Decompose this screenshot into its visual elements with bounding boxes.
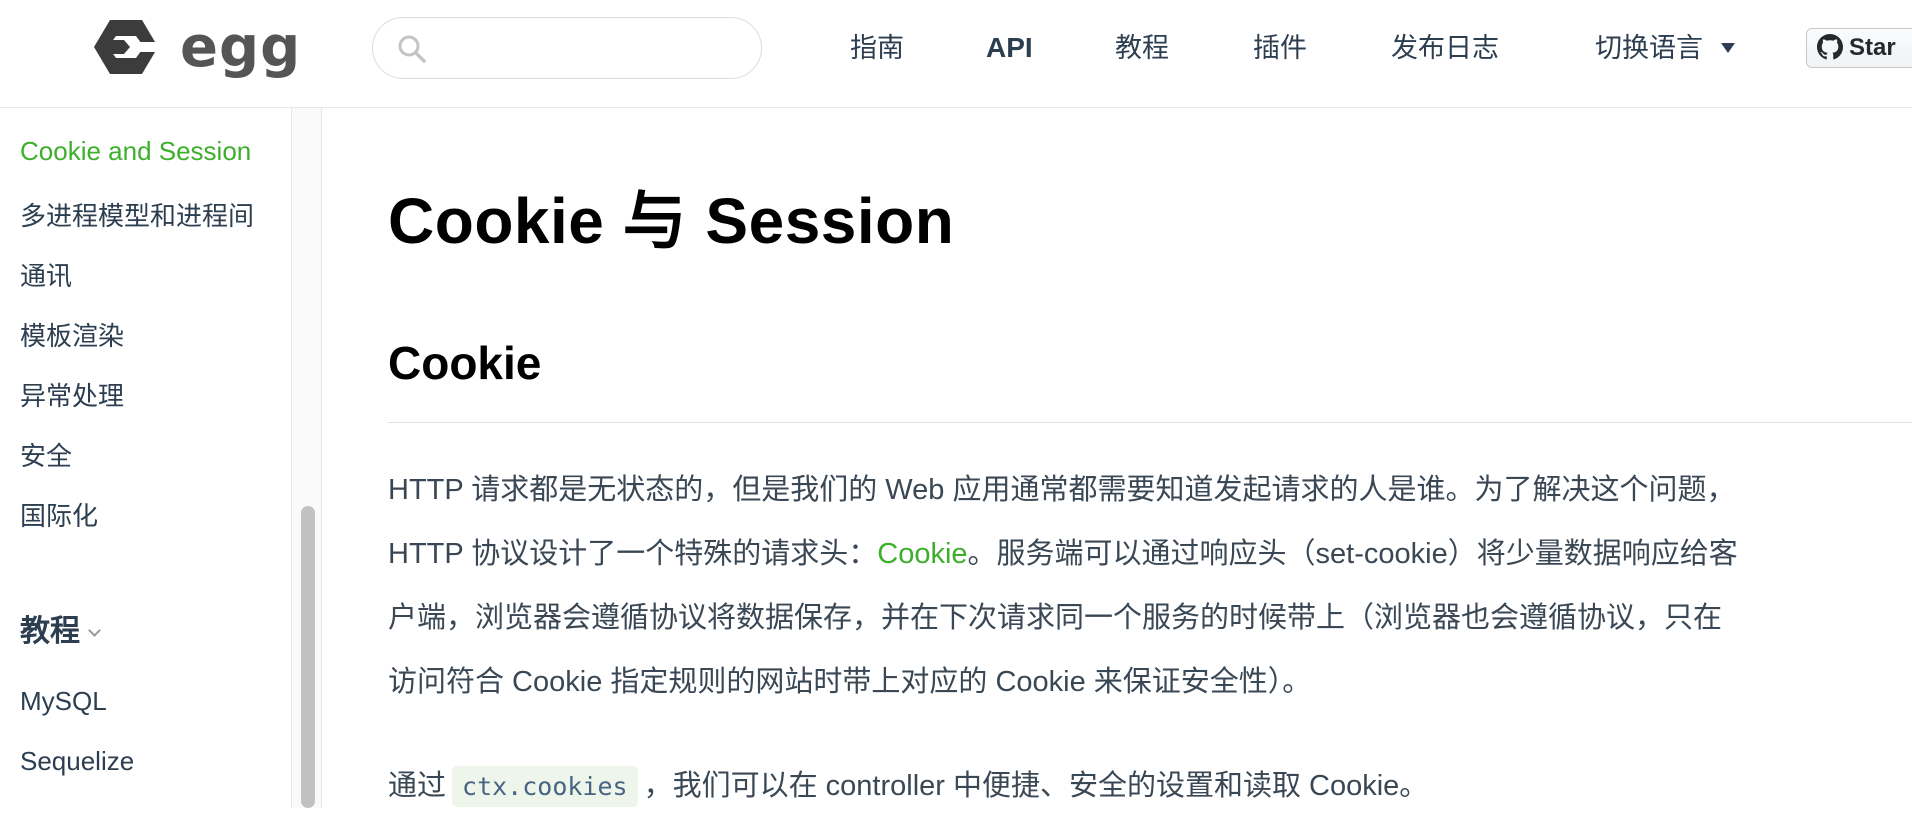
sidebar: Cookie and Session 多进程模型和进程间 通讯 模板渲染 异常处…	[0, 108, 292, 808]
sidebar-item-error-handling[interactable]: 异常处理	[20, 376, 124, 413]
nav-api[interactable]: API	[986, 0, 1033, 96]
sidebar-item-multiprocess[interactable]: 多进程模型和进程间	[20, 196, 254, 233]
inline-code: ctx.cookies	[452, 766, 638, 807]
github-icon	[1817, 34, 1843, 60]
search-box[interactable]	[372, 17, 762, 79]
sidebar-group-tutorial[interactable]: 教程	[20, 606, 101, 650]
brand-name[interactable]: egg	[180, 10, 301, 86]
paragraph-text: HTTP 协议设计了一个特殊的请求头：	[388, 538, 878, 570]
nav-guide[interactable]: 指南	[850, 0, 904, 96]
chevron-down-icon	[88, 624, 101, 637]
sidebar-item-mysql[interactable]: MySQL	[20, 686, 107, 717]
heading-divider	[388, 422, 1912, 423]
sidebar-item-i18n[interactable]: 国际化	[20, 496, 98, 533]
sidebar-item-security[interactable]: 安全	[20, 436, 72, 473]
paragraph-line: HTTP 协议设计了一个特殊的请求头：Cookie。服务端可以通过响应头（set…	[388, 522, 1912, 586]
paragraph-text: 通过	[388, 770, 447, 802]
egg-logo-icon[interactable]	[92, 18, 160, 76]
sidebar-item-communication[interactable]: 通讯	[20, 256, 72, 293]
paragraph-line: 访问符合 Cookie 指定规则的网站时带上对应的 Cookie 来保证安全性）…	[388, 666, 1312, 698]
paragraph-text: ，我们可以在 controller 中便捷、安全的设置和读取 Cookie。	[643, 770, 1429, 802]
nav-plugins[interactable]: 插件	[1253, 0, 1307, 96]
main-content: Cookie 与 Session Cookie HTTP 请求都是无状态的，但是…	[388, 108, 1912, 808]
nav-release-notes[interactable]: 发布日志	[1391, 0, 1499, 96]
sidebar-item-view-rendering[interactable]: 模板渲染	[20, 316, 124, 353]
page-title: Cookie 与 Session	[388, 185, 955, 257]
paragraph-intro: HTTP 请求都是无状态的，但是我们的 Web 应用通常都需要知道发起请求的人是…	[388, 458, 1912, 714]
top-navbar: egg 指南 API 教程 插件 发布日志 切换语言 Star	[0, 0, 1912, 108]
sidebar-item-cookie-and-session[interactable]: Cookie and Session	[20, 136, 251, 167]
language-switcher[interactable]: 切换语言	[1595, 0, 1735, 96]
cookie-link[interactable]: Cookie	[877, 538, 967, 570]
search-input[interactable]	[437, 26, 737, 70]
sidebar-item-sequelize[interactable]: Sequelize	[20, 746, 134, 777]
paragraph-line: 户端，浏览器会遵循协议将数据保存，并在下次请求同一个服务的时候带上（浏览器也会遵…	[388, 602, 1723, 634]
paragraph-line: HTTP 请求都是无状态的，但是我们的 Web 应用通常都需要知道发起请求的人是…	[388, 474, 1736, 506]
paragraph-text: 。服务端可以通过响应头（set-cookie）将少量数据响应给客	[967, 538, 1738, 570]
sidebar-group-label: 教程	[20, 615, 80, 648]
section-heading-cookie: Cookie	[388, 337, 542, 389]
language-switcher-label: 切换语言	[1595, 33, 1703, 63]
paragraph-ctx-cookies: 通过 ctx.cookies ，我们可以在 controller 中便捷、安全的设置…	[388, 754, 1428, 819]
github-star-button[interactable]: Star	[1806, 28, 1912, 68]
nav-tutorial[interactable]: 教程	[1115, 0, 1169, 96]
github-star-label: Star	[1849, 34, 1896, 61]
sidebar-scrollbar-thumb[interactable]	[301, 506, 315, 808]
search-icon	[398, 35, 426, 63]
caret-down-icon	[1721, 42, 1735, 53]
